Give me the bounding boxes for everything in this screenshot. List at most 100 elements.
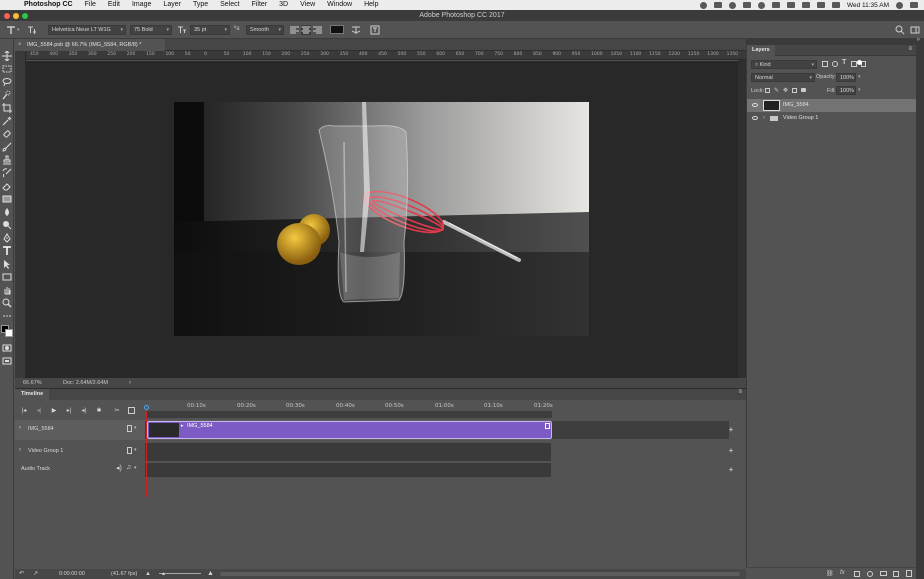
adjustment-layer-icon[interactable] (867, 571, 873, 577)
rectangle-tool-icon[interactable] (2, 272, 12, 282)
font-family-select[interactable]: Helvetica Neue LT W1G ▾ (48, 25, 126, 35)
playhead-handle-icon[interactable] (144, 405, 149, 410)
screen-mode-icon[interactable] (2, 356, 12, 366)
add-media-icon[interactable]: + (727, 447, 735, 455)
toggle-orientation-icon[interactable] (27, 25, 37, 35)
align-left-icon[interactable] (290, 26, 299, 34)
dropbox-icon[interactable] (742, 2, 751, 8)
creative-cloud-icon[interactable] (713, 2, 722, 8)
path-selection-tool-icon[interactable] (2, 259, 12, 269)
gradient-tool-icon[interactable] (2, 194, 12, 204)
lasso-tool-icon[interactable] (2, 77, 12, 87)
filter-toggle-icon[interactable] (857, 60, 862, 65)
filter-adjustment-icon[interactable] (832, 61, 838, 67)
playhead[interactable] (146, 411, 147, 497)
split-at-playhead-icon[interactable]: ✂ (113, 407, 121, 415)
film-strip-icon[interactable] (127, 425, 132, 432)
sync-icon[interactable] (728, 1, 736, 9)
layer-filter-kind-select[interactable]: ⌕ Kind ▾ (751, 60, 817, 69)
lock-transparent-icon[interactable] (765, 88, 770, 93)
dodge-tool-icon[interactable] (2, 220, 12, 230)
layer-style-fx-icon[interactable]: fx (840, 570, 845, 576)
collapse-panels-icon[interactable]: » (917, 37, 920, 43)
bluetooth-icon[interactable] (786, 2, 795, 8)
quick-selection-tool-icon[interactable] (2, 90, 12, 100)
expand-chevron-icon[interactable]: › (19, 425, 21, 431)
film-strip-icon[interactable] (127, 447, 132, 454)
add-media-icon[interactable]: + (727, 426, 735, 434)
settings-gear-icon[interactable]: ✱ (95, 407, 103, 415)
video-clip[interactable]: ▸ IMG_5584 (147, 421, 552, 439)
fill-field[interactable]: 100% (836, 86, 856, 95)
time-machine-icon[interactable] (757, 1, 765, 9)
music-note-icon[interactable]: ♫ (126, 464, 131, 471)
airplay-icon[interactable] (771, 2, 780, 8)
pen-tool-icon[interactable] (2, 233, 12, 243)
status-menu-chevron-icon[interactable]: › (129, 378, 131, 388)
menu-app[interactable]: Photoshop CC (18, 0, 79, 10)
font-size-select[interactable]: 35 pt ▾ (190, 25, 230, 35)
lock-all-icon[interactable] (801, 88, 806, 92)
lock-position-icon[interactable]: ✥ (783, 87, 788, 94)
eraser-tool-icon[interactable] (2, 181, 12, 191)
type-tool-icon[interactable] (6, 25, 16, 35)
zoom-tool-icon[interactable] (2, 298, 12, 308)
font-style-select[interactable]: 75 Bold ▾ (130, 25, 172, 35)
panel-menu-icon[interactable]: ≡ (738, 389, 742, 395)
chevron-down-icon[interactable]: ▾ (134, 447, 137, 453)
add-mask-icon[interactable] (854, 571, 860, 577)
zoom-window-button[interactable] (22, 13, 28, 19)
menu-3d[interactable]: 3D (273, 0, 294, 10)
new-group-icon[interactable] (880, 571, 887, 576)
crop-tool-icon[interactable] (2, 103, 12, 113)
tab-layers[interactable]: Layers (747, 45, 775, 56)
volume-icon[interactable] (816, 2, 825, 8)
speaker-icon[interactable]: ◂) (116, 464, 122, 472)
zoom-out-mountain-icon[interactable]: ▲ (145, 569, 151, 579)
history-brush-tool-icon[interactable] (2, 168, 12, 178)
trash-icon[interactable] (906, 570, 912, 577)
blur-tool-icon[interactable] (2, 207, 12, 217)
menu-edit[interactable]: Edit (102, 0, 126, 10)
healing-brush-tool-icon[interactable] (2, 129, 12, 139)
type-tool-icon[interactable] (2, 246, 12, 256)
next-frame-icon[interactable]: ▸| (65, 407, 73, 415)
menu-view[interactable]: View (294, 0, 321, 10)
clock[interactable]: Wed 11:35 AM (847, 2, 889, 9)
character-panel-icon[interactable] (370, 25, 380, 35)
filter-type-icon[interactable]: T (842, 59, 846, 66)
render-video-icon[interactable]: ↗ (33, 569, 38, 579)
background-color-swatch[interactable] (5, 329, 13, 337)
layer-row-video-group-1[interactable]: › Video Group 1 (747, 112, 917, 125)
notification-center-icon[interactable] (910, 2, 918, 8)
search-icon[interactable] (895, 25, 905, 35)
battery-icon[interactable] (831, 2, 840, 8)
antialias-select[interactable]: Smooth ▾ (246, 25, 284, 35)
link-layers-icon[interactable]: ⛓ (826, 570, 834, 577)
menu-file[interactable]: File (79, 0, 102, 10)
audio-icon[interactable]: ◂) (80, 407, 88, 415)
text-color-swatch[interactable] (330, 25, 344, 34)
hand-tool-icon[interactable] (2, 285, 12, 295)
add-audio-icon[interactable]: + (727, 466, 735, 474)
work-area-bar[interactable] (146, 411, 552, 418)
align-right-icon[interactable] (313, 26, 322, 34)
zoom-slider-thumb[interactable]: ▴ (162, 569, 165, 579)
visibility-eye-icon[interactable] (752, 116, 758, 120)
transition-icon[interactable] (128, 407, 135, 414)
close-tab-icon[interactable]: × (18, 39, 22, 51)
menu-type[interactable]: Type (187, 0, 214, 10)
marquee-tool-icon[interactable] (2, 64, 12, 74)
vertical-scrollbar[interactable] (738, 60, 746, 378)
previous-frame-icon[interactable]: ◂| (35, 407, 43, 415)
menu-filter[interactable]: Filter (246, 0, 274, 10)
lock-pixels-icon[interactable]: ✎ (774, 87, 779, 94)
fill-chevron-icon[interactable]: ▾ (858, 87, 861, 93)
record-icon[interactable] (699, 1, 707, 9)
layer-name[interactable]: IMG_5584 (783, 99, 809, 112)
menu-layer[interactable]: Layer (157, 0, 187, 10)
clip-trim-icon[interactable]: ▸ (181, 423, 184, 429)
new-layer-icon[interactable] (893, 571, 899, 577)
play-icon[interactable]: ▶ (50, 407, 58, 415)
eyedropper-tool-icon[interactable] (2, 116, 12, 126)
